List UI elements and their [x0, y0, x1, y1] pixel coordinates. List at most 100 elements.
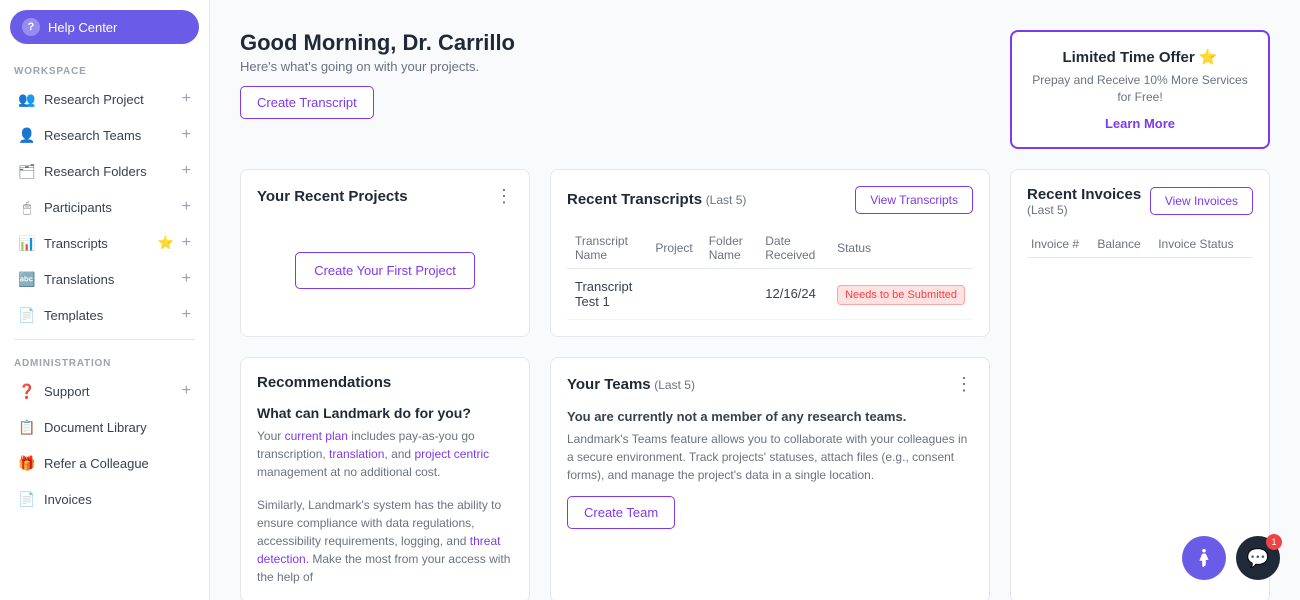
sidebar-item-label: Invoices — [44, 492, 191, 507]
greeting-title: Good Morning, Dr. Carrillo — [240, 30, 515, 56]
research-folders-icon: 🗂 — [18, 162, 36, 180]
refer-colleague-icon: 🎁 — [18, 454, 36, 472]
sidebar-item-participants[interactable]: 🖱 Participants + — [4, 189, 205, 225]
transcript-project — [647, 268, 700, 319]
add-research-folders-button[interactable]: + — [182, 162, 191, 180]
transcripts-title: Recent Transcripts — [567, 191, 702, 208]
th-date-received: Date Received — [757, 228, 829, 269]
sidebar-item-templates[interactable]: 📄 Templates + — [4, 297, 205, 333]
status-badge: Needs to be Submitted — [837, 285, 965, 305]
promo-card: Limited Time Offer ⭐ Prepay and Receive … — [1010, 30, 1270, 149]
promo-star-icon: ⭐ — [1199, 49, 1218, 66]
recommendations-card: Recommendations What can Landmark do for… — [240, 357, 530, 600]
rec-link1[interactable]: current plan — [285, 429, 348, 443]
invoices-table-header-row: Invoice # Balance Invoice Status — [1027, 231, 1253, 258]
th-project: Project — [647, 228, 700, 269]
invoices-subtitle: (Last 5) — [1027, 203, 1141, 217]
sidebar-item-invoices[interactable]: 📄 Invoices — [4, 481, 205, 517]
sidebar-item-label: Research Teams — [44, 128, 174, 143]
add-transcripts-button[interactable]: + — [182, 234, 191, 252]
rec-link2[interactable]: translation — [329, 447, 384, 461]
recent-transcripts-header: Recent Transcripts (Last 5) View Transcr… — [567, 186, 973, 214]
help-center-button[interactable]: ? Help Center — [10, 10, 199, 44]
invoices-table: Invoice # Balance Invoice Status — [1027, 231, 1253, 258]
th-invoice-num: Invoice # — [1027, 231, 1093, 258]
recent-projects-header: Your Recent Projects ⋮ — [257, 186, 513, 207]
greeting: Good Morning, Dr. Carrillo Here's what's… — [240, 30, 515, 119]
invoices-title: Recent Invoices — [1027, 186, 1141, 203]
add-research-teams-button[interactable]: + — [182, 126, 191, 144]
teams-empty-text: You are currently not a member of any re… — [567, 409, 973, 424]
translations-icon: 🔤 — [18, 270, 36, 288]
invoices-icon: 📄 — [18, 490, 36, 508]
support-icon: ❓ — [18, 382, 36, 400]
rec-what-title: What can Landmark do for you? — [257, 405, 513, 421]
dashboard-grid: Your Recent Projects ⋮ Create Your First… — [240, 169, 1270, 600]
rec-link4[interactable]: threat detection — [257, 534, 500, 566]
accessibility-icon — [1193, 547, 1215, 569]
accessibility-button[interactable] — [1182, 536, 1226, 580]
main-content: Good Morning, Dr. Carrillo Here's what's… — [210, 0, 1300, 600]
sidebar-item-document-library[interactable]: 📋 Document Library — [4, 409, 205, 445]
promo-title: Limited Time Offer ⭐ — [1032, 48, 1248, 66]
research-teams-icon: 👤 — [18, 126, 36, 144]
teams-subtitle: (Last 5) — [654, 378, 695, 392]
invoices-title-group: Recent Invoices (Last 5) — [1027, 186, 1141, 217]
recommendations-title: Recommendations — [257, 374, 391, 391]
add-templates-button[interactable]: + — [182, 306, 191, 324]
create-team-button[interactable]: Create Team — [567, 496, 675, 529]
transcript-status: Needs to be Submitted — [829, 268, 973, 319]
sidebar-item-research-project[interactable]: 👥 Research Project + — [4, 81, 205, 117]
th-transcript-name: Transcript Name — [567, 228, 647, 269]
transcript-date: 12/16/24 — [757, 268, 829, 319]
sidebar-item-label: Support — [44, 384, 174, 399]
greeting-subtitle: Here's what's going on with your project… — [240, 59, 515, 74]
recent-projects-title: Your Recent Projects — [257, 188, 408, 205]
sidebar-item-label: Research Folders — [44, 164, 174, 179]
sidebar: ? Help Center WORKSPACE 👥 Research Proje… — [0, 0, 210, 600]
create-first-project-button[interactable]: Create Your First Project — [295, 252, 475, 289]
create-transcript-button[interactable]: Create Transcript — [240, 86, 374, 119]
rec-para1: Your current plan includes pay-as-you go… — [257, 427, 513, 481]
sidebar-item-refer-colleague[interactable]: 🎁 Refer a Colleague — [4, 445, 205, 481]
add-support-button[interactable]: + — [182, 382, 191, 400]
invoices-header: Recent Invoices (Last 5) View Invoices — [1027, 186, 1253, 217]
sidebar-item-transcripts[interactable]: 📊 Transcripts ⭐ + — [4, 225, 205, 261]
th-balance: Balance — [1093, 231, 1154, 258]
transcripts-table-header-row: Transcript Name Project Folder Name Date… — [567, 228, 973, 269]
document-library-icon: 📋 — [18, 418, 36, 436]
th-folder-name: Folder Name — [701, 228, 758, 269]
learn-more-button[interactable]: Learn More — [1105, 116, 1175, 131]
transcript-name: Transcript Test 1 — [567, 268, 647, 319]
chat-button[interactable]: 💬 1 — [1236, 536, 1280, 580]
question-icon: ? — [22, 18, 40, 36]
header-row: Good Morning, Dr. Carrillo Here's what's… — [240, 30, 1270, 149]
add-participants-button[interactable]: + — [182, 198, 191, 216]
rec-link3[interactable]: project centric — [414, 447, 489, 461]
sidebar-item-research-teams[interactable]: 👤 Research Teams + — [4, 117, 205, 153]
teams-header: Your Teams (Last 5) ⋮ — [567, 374, 973, 395]
teams-title-group: Your Teams (Last 5) — [567, 376, 695, 393]
transcript-folder — [701, 268, 758, 319]
sidebar-item-label: Participants — [44, 200, 174, 215]
sidebar-item-support[interactable]: ❓ Support + — [4, 373, 205, 409]
star-icon: ⭐ — [157, 235, 173, 251]
recent-projects-more-icon[interactable]: ⋮ — [495, 186, 513, 207]
teams-description: Landmark's Teams feature allows you to c… — [567, 430, 973, 484]
transcripts-subtitle: (Last 5) — [706, 193, 747, 207]
view-transcripts-button[interactable]: View Transcripts — [855, 186, 973, 214]
floating-buttons: 💬 1 — [1182, 536, 1280, 580]
workspace-section-label: WORKSPACE — [0, 54, 209, 81]
add-research-project-button[interactable]: + — [182, 90, 191, 108]
transcripts-table: Transcript Name Project Folder Name Date… — [567, 228, 973, 320]
rec-para2: Similarly, Landmark's system has the abi… — [257, 496, 513, 586]
teams-card: Your Teams (Last 5) ⋮ You are currently … — [550, 357, 990, 600]
view-invoices-button[interactable]: View Invoices — [1150, 187, 1253, 215]
sidebar-item-research-folders[interactable]: 🗂 Research Folders + — [4, 153, 205, 189]
add-translations-button[interactable]: + — [182, 270, 191, 288]
recent-transcripts-card: Recent Transcripts (Last 5) View Transcr… — [550, 169, 990, 337]
sidebar-item-translations[interactable]: 🔤 Translations + — [4, 261, 205, 297]
research-project-icon: 👥 — [18, 90, 36, 108]
teams-more-icon[interactable]: ⋮ — [955, 374, 973, 395]
promo-description: Prepay and Receive 10% More Services for… — [1032, 72, 1248, 106]
